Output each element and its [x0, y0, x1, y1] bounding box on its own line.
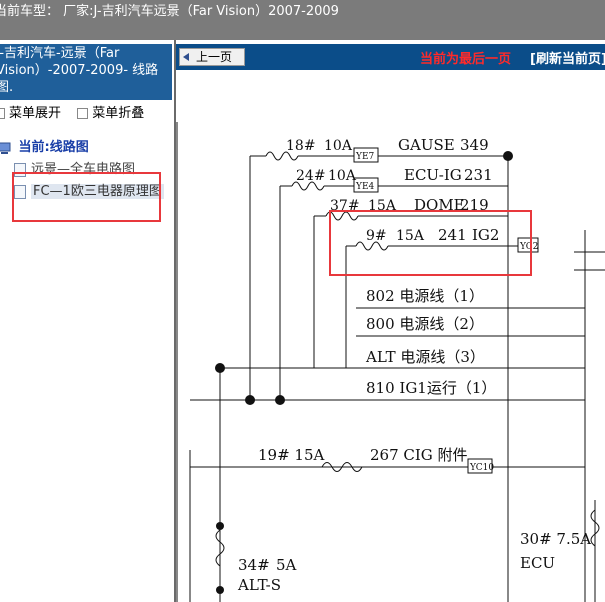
circuit-num: 231: [464, 166, 493, 184]
computer-icon: [0, 142, 11, 154]
fuse-amp: 10A: [324, 138, 353, 154]
wiring-diagram: YE7 18# 10A GAUSE 349 YE4 24# 10A ECU-IG…: [176, 122, 605, 602]
expand-all-button[interactable]: 菜单展开: [0, 106, 61, 121]
sidebar: J-吉利汽车-远景（Far Vision）-2007-2009- 线路 图. 菜…: [0, 40, 176, 602]
expand-all-label: 菜单展开: [9, 106, 62, 121]
arrow-left-icon: [183, 53, 189, 61]
model-line-1: J-吉利汽车-远景（Far: [0, 46, 120, 61]
prev-page-button[interactable]: 上一页: [179, 48, 245, 66]
cig-circuit-label: 267 CIG 附件: [370, 446, 468, 464]
circuit-name: ECU-IG: [404, 166, 462, 184]
highlight-box-tree: [12, 172, 161, 222]
circuit-name: GAUSE: [398, 136, 455, 154]
collapse-all-button[interactable]: 菜单折叠: [77, 106, 144, 121]
power-line-label: 810 IG1运行（1）: [366, 379, 496, 397]
model-line-3: 图.: [0, 80, 14, 95]
power-line-label: 802 电源线（1）: [366, 287, 484, 305]
expand-icon: [0, 108, 5, 119]
power-line-label: 800 电源线（2）: [366, 315, 484, 333]
collapse-all-label: 菜单折叠: [92, 106, 145, 121]
tree-root-label: 当前:线路图: [18, 140, 89, 155]
cig-fuse-label: 19# 15A: [258, 446, 325, 464]
power-line-label: ALT 电源线（3）: [365, 348, 485, 366]
connector-tag: YC10: [469, 463, 494, 473]
last-page-notice: 当前为最后一页: [420, 52, 512, 67]
alt-fuse-number: 34#: [238, 556, 270, 574]
fuse-amp: 10A: [328, 168, 357, 184]
viewer-toolbar: 上一页 当前为最后一页 [刷新当前页]: [176, 44, 605, 70]
window-title: 当前车型： 厂家:J-吉利汽车远景（Far Vision）2007-2009: [0, 4, 339, 19]
tree-root[interactable]: 当前:线路图: [0, 136, 89, 155]
fuse-number: 24#: [296, 168, 326, 184]
connector-tag: YE7: [355, 152, 375, 162]
circuit-num: 349: [460, 136, 489, 154]
fuse-number: 18#: [286, 138, 316, 154]
alt-fuse-amp: 5A: [276, 556, 297, 574]
collapse-icon: [77, 108, 89, 119]
model-header: J-吉利汽车-远景（Far Vision）-2007-2009- 线路 图.: [0, 44, 172, 100]
ecu-fuse-label: 30# 7.5A: [520, 530, 591, 548]
alt-fuse-label: ALT-S: [237, 576, 281, 594]
model-line-2: Vision）-2007-2009- 线路: [0, 63, 159, 78]
highlight-box-ig2: [329, 210, 532, 276]
diagram-viewer: 上一页 当前为最后一页 [刷新当前页] YE7 18# 10A GAUSE 34…: [176, 40, 605, 602]
refresh-page-link[interactable]: [刷新当前页]: [530, 48, 605, 67]
ecu-label: ECU: [520, 554, 555, 572]
window-titlebar: 当前车型： 厂家:J-吉利汽车远景（Far Vision）2007-2009: [0, 0, 605, 40]
prev-page-label: 上一页: [196, 50, 233, 64]
menu-controls: 菜单展开 菜单折叠: [0, 102, 144, 121]
connector-tag: YE4: [355, 182, 375, 192]
